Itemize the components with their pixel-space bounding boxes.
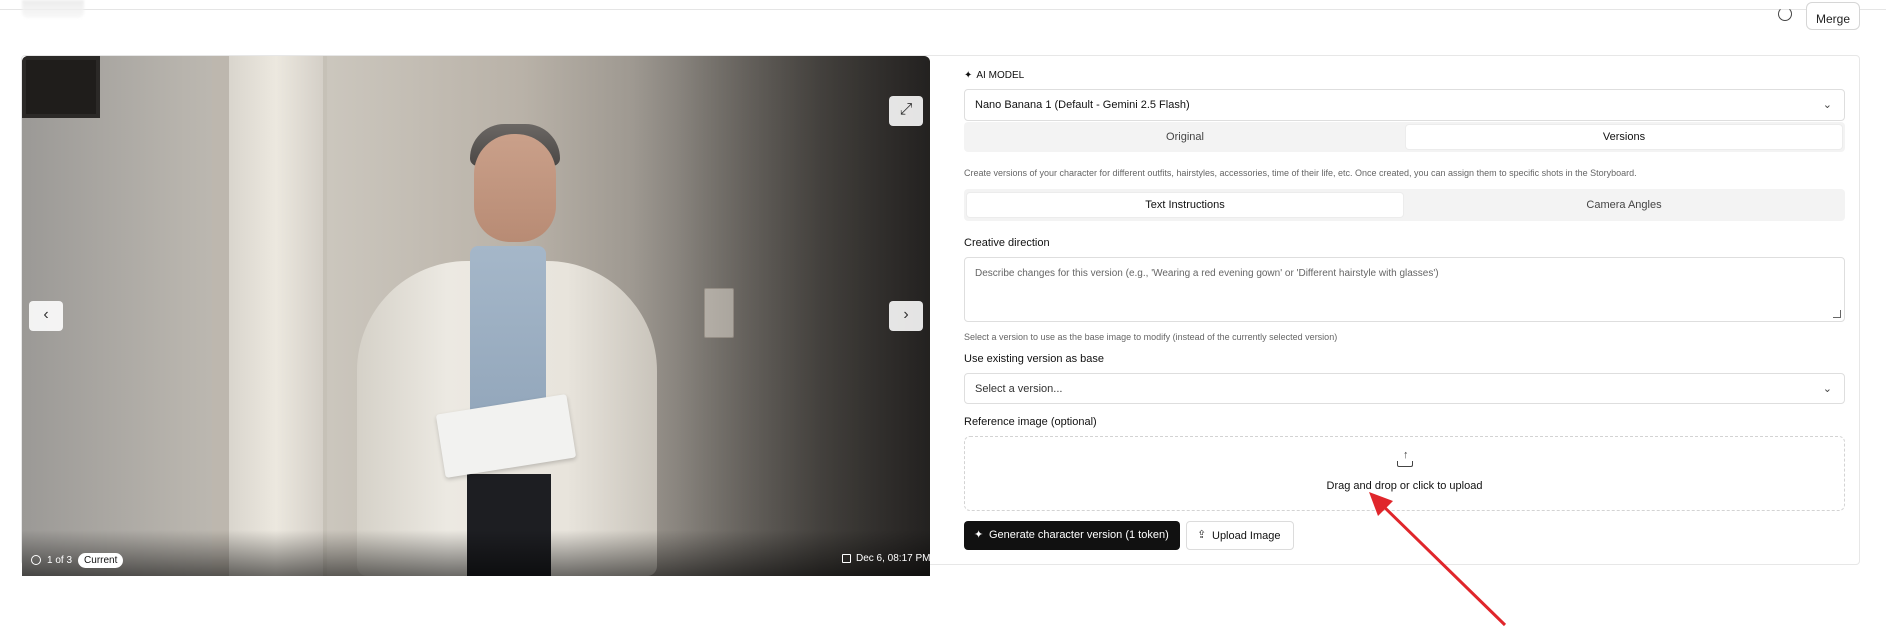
character-image-viewer xyxy=(22,56,930,576)
calendar-icon xyxy=(842,554,851,563)
page-title-fragment xyxy=(22,0,84,18)
chevron-down-icon: ⌄ xyxy=(1822,99,1832,111)
ai-model-value: Nano Banana 1 (Default - Gemini 2.5 Flas… xyxy=(975,99,1190,111)
base-version-select[interactable]: Select a version... ⌄ xyxy=(964,373,1845,404)
tab-versions[interactable]: Versions xyxy=(1406,125,1842,149)
tab-text-instructions[interactable]: Text Instructions xyxy=(967,193,1403,217)
image-timestamp: Dec 6, 08:17 PM xyxy=(842,553,930,564)
versions-description: Create versions of your character for di… xyxy=(964,168,1637,178)
mode-tabs: Original Versions xyxy=(964,122,1845,152)
doorframe xyxy=(212,56,229,576)
input-mode-tabs: Text Instructions Camera Angles xyxy=(964,189,1845,221)
tab-original[interactable]: Original xyxy=(967,125,1403,149)
tab-camera-angles[interactable]: Camera Angles xyxy=(1406,193,1842,217)
character-head xyxy=(474,134,556,242)
sparkles-icon: ✦ xyxy=(964,70,973,81)
chevron-right-icon[interactable]: › xyxy=(889,301,923,331)
wall-picture xyxy=(22,56,100,118)
upload-image-button[interactable]: ⇪ Upload Image xyxy=(1186,521,1294,550)
creative-direction-textarea[interactable]: Describe changes for this version (e.g.,… xyxy=(964,257,1845,322)
chevron-down-icon: ⌄ xyxy=(1822,383,1832,395)
generate-character-version-button[interactable]: ✦ Generate character version (1 token) xyxy=(964,521,1180,550)
creative-direction-label: Creative direction xyxy=(964,237,1050,249)
top-bar xyxy=(0,0,1886,10)
ai-model-label: AI MODEL xyxy=(976,70,1025,81)
wall-shadow xyxy=(632,56,930,576)
base-version-label: Use existing version as base xyxy=(964,353,1105,365)
resize-handle-icon[interactable] xyxy=(1833,310,1841,318)
reference-image-label: Reference image (optional) xyxy=(964,416,1097,428)
generate-label: Generate character version (1 token) xyxy=(989,529,1169,541)
upload-label: Upload Image xyxy=(1212,530,1281,542)
creative-direction-placeholder: Describe changes for this version (e.g.,… xyxy=(975,268,1439,279)
merge-button[interactable]: Merge xyxy=(1806,2,1860,30)
annotation-arrow xyxy=(1369,492,1507,627)
expand-icon[interactable]: ⤢ xyxy=(889,96,923,126)
history-icon xyxy=(31,555,41,565)
version-counter: 1 of 3 Current xyxy=(31,552,124,568)
door xyxy=(229,56,327,576)
chevron-left-icon[interactable]: ‹ xyxy=(29,301,63,331)
current-badge: Current xyxy=(78,552,124,568)
upload-icon: ↑ xyxy=(1397,449,1413,467)
base-version-placeholder: Select a version... xyxy=(975,383,1063,395)
timestamp-text: Dec 6, 08:17 PM xyxy=(856,553,931,564)
image-footer-gradient xyxy=(22,530,930,576)
upload-icon: ⇪ xyxy=(1197,529,1207,541)
sparkles-icon: ✦ xyxy=(974,529,984,541)
refresh-icon[interactable] xyxy=(1778,7,1792,21)
ai-model-label-row: ✦ AI MODEL xyxy=(964,70,1024,81)
version-count: 1 of 3 xyxy=(47,554,73,566)
base-version-hint: Select a version to use as the base imag… xyxy=(964,332,1338,342)
ai-model-select[interactable]: Nano Banana 1 (Default - Gemini 2.5 Flas… xyxy=(964,89,1845,121)
